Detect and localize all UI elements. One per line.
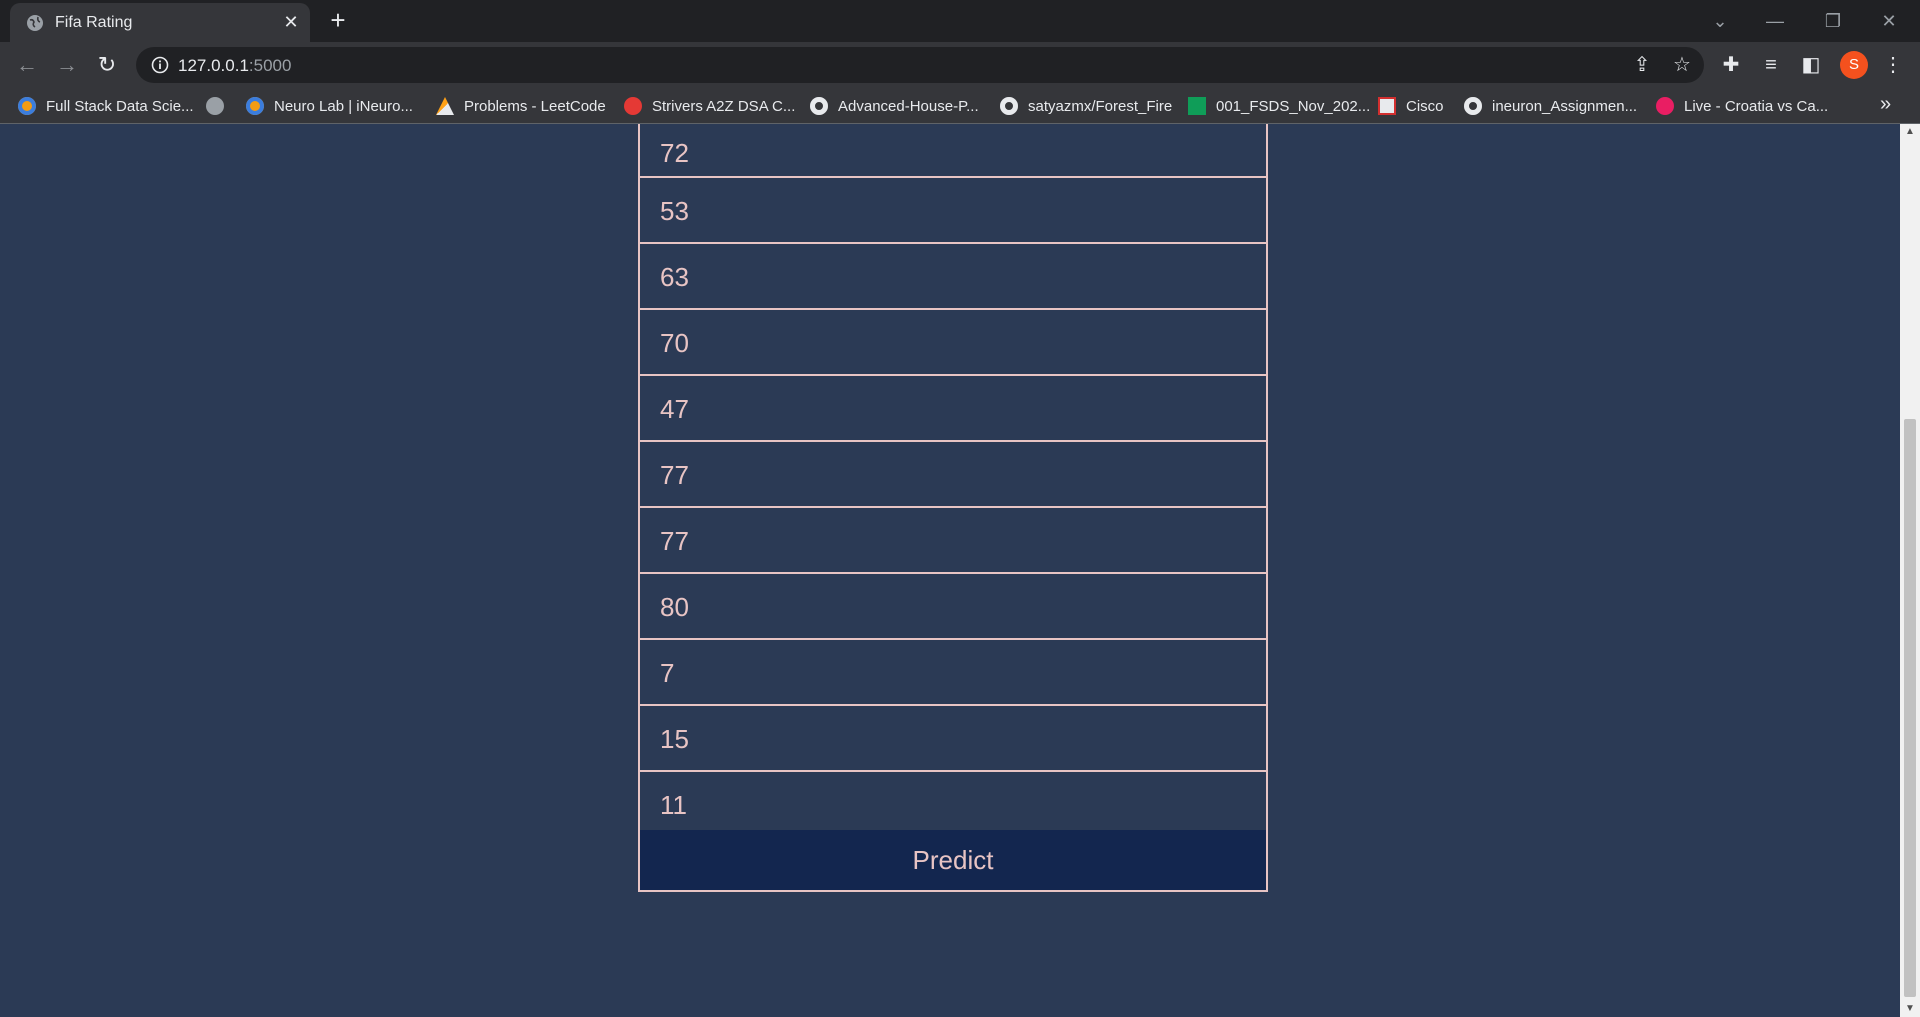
page-viewport: 72 53 63 70 47 77 77 80 7 15 11 Predict [0,124,1900,1017]
forward-icon[interactable]: → [52,50,82,80]
bookmark-item[interactable]: 001_FSDS_Nov_202... [1188,95,1370,117]
bookmark-item[interactable]: ineuron_Assignmen... [1464,95,1637,117]
input-field[interactable]: 63 [640,244,1266,310]
new-tab-icon[interactable]: + [325,7,351,34]
leetcode-icon [436,97,454,115]
address-bar[interactable]: 127.0.0.1:5000 ⇪ ☆ [136,47,1704,83]
bookmark-item[interactable]: satyazmx/Forest_Fire [1000,95,1172,117]
restore-icon[interactable]: ❐ [1818,6,1848,36]
bookmark-item[interactable]: Advanced-House-P... [810,95,979,117]
more-bookmarks-icon[interactable]: » [1880,93,1891,116]
bookmark-label: ineuron_Assignmen... [1492,97,1638,115]
ineuron-icon [18,97,36,115]
side-panel-icon[interactable]: ◧ [1798,52,1824,78]
sheets-icon [1188,97,1206,115]
github-icon [1464,97,1482,115]
input-field[interactable]: 7 [640,640,1266,706]
scroll-up-icon[interactable]: ▲ [1900,124,1920,140]
bookmark-item[interactable] [206,95,234,117]
url-text: 127.0.0.1:5000 [178,56,291,76]
input-field[interactable]: 15 [640,706,1266,772]
bookmark-label: Neuro Lab | iNeuro... [274,97,413,115]
input-field[interactable]: 77 [640,508,1266,574]
globe-icon [27,15,43,31]
tab-search-icon[interactable]: ⌄ [1705,6,1735,36]
share-icon[interactable]: ⇪ [1630,53,1654,77]
bookmark-star-icon[interactable]: ☆ [1670,53,1694,77]
bookmark-label: satyazmx/Forest_Fire [1028,97,1173,115]
browser-toolbar: ← → ↻ 127.0.0.1:5000 ⇪ ☆ ✚ ≡ ◧ S ⋮ [0,42,1920,88]
bookmark-item[interactable]: Cisco [1378,95,1444,117]
ineuron-icon [246,97,264,115]
input-field[interactable]: 72 [640,124,1266,178]
bookmark-label: Strivers A2Z DSA C... [652,97,796,115]
bookmark-label: Full Stack Data Scie... [46,97,194,115]
back-icon[interactable]: ← [12,50,42,80]
page-scrollbar[interactable]: ▲ ▼ [1900,124,1920,1017]
input-field[interactable]: 53 [640,178,1266,244]
info-icon[interactable] [150,55,170,75]
input-field[interactable]: 70 [640,310,1266,376]
bookmark-label: 001_FSDS_Nov_202... [1216,97,1371,115]
tuf-icon [624,97,642,115]
browser-tab[interactable]: Fifa Rating ✕ [10,3,310,42]
url-port: :5000 [248,56,292,75]
bookmark-label: Advanced-House-P... [838,97,979,115]
reload-icon[interactable]: ↻ [92,50,122,80]
scrollbar-thumb[interactable] [1904,419,1916,997]
globe-icon [206,97,224,115]
input-field[interactable]: 77 [640,442,1266,508]
predict-button[interactable]: Predict [640,830,1266,890]
github-icon [810,97,828,115]
profile-avatar[interactable]: S [1840,51,1868,79]
bookmark-item[interactable]: Problems - LeetCode [436,95,606,117]
bookmark-label: Cisco [1406,97,1444,115]
github-icon [1000,97,1018,115]
bookmark-item[interactable]: Neuro Lab | iNeuro... [246,95,413,117]
tab-title: Fifa Rating [55,14,133,31]
bookmark-item[interactable]: Live - Croatia vs Ca... [1656,95,1828,117]
extensions-icon[interactable]: ✚ [1718,52,1744,78]
close-tab-icon[interactable]: ✕ [280,11,302,33]
live-icon [1656,97,1674,115]
input-field[interactable]: 11 [640,772,1266,830]
rating-form: 72 53 63 70 47 77 77 80 7 15 11 Predict [638,124,1268,892]
bookmarks-bar: Full Stack Data Scie... Neuro Lab | iNeu… [0,88,1920,124]
bookmark-item[interactable]: Strivers A2Z DSA C... [624,95,795,117]
close-window-icon[interactable]: ✕ [1874,6,1904,36]
media-control-icon[interactable]: ≡ [1758,52,1784,78]
url-host: 127.0.0.1 [178,56,249,75]
input-field[interactable]: 47 [640,376,1266,442]
tab-strip: Fifa Rating ✕ + ⌄ — ❐ ✕ [0,0,1920,42]
cisco-icon [1378,97,1396,115]
bookmark-item[interactable]: Full Stack Data Scie... [18,95,194,117]
minimize-icon[interactable]: — [1760,6,1790,36]
bookmark-label: Problems - LeetCode [464,97,606,115]
menu-icon[interactable]: ⋮ [1880,52,1906,78]
bookmark-label: Live - Croatia vs Ca... [1684,97,1829,115]
input-field[interactable]: 80 [640,574,1266,640]
scroll-down-icon[interactable]: ▼ [1900,1001,1920,1017]
